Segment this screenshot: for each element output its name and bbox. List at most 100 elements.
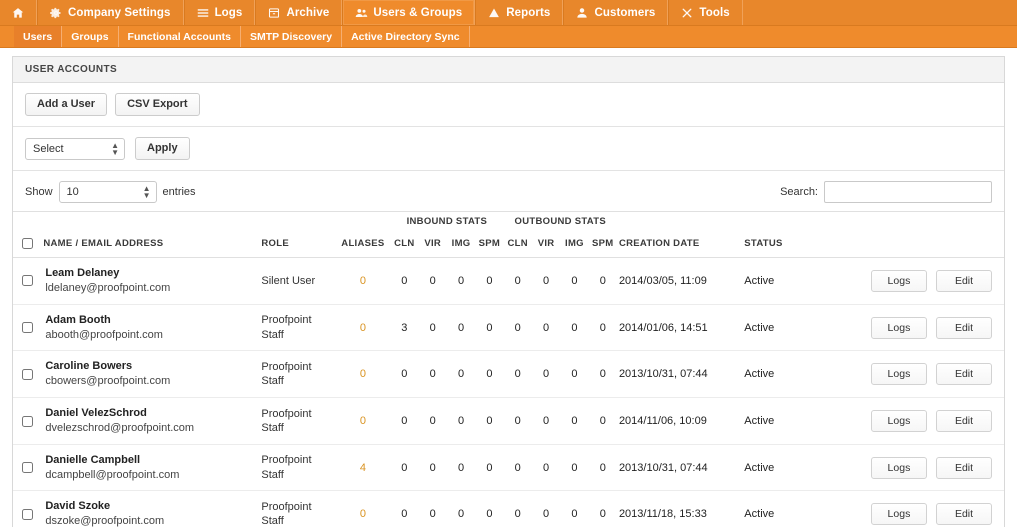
logs-button[interactable]: Logs xyxy=(870,409,927,432)
row-inbound-cln: 0 xyxy=(390,397,419,445)
row-inbound-img: 0 xyxy=(446,444,476,492)
row-outbound-vir: 0 xyxy=(531,444,561,492)
table-controls: Show 10 ▲ ▼ entries Search: xyxy=(13,171,1004,211)
row-status: Active xyxy=(742,444,841,492)
header-aliases[interactable]: ALIASES xyxy=(335,231,391,259)
edit-button[interactable]: Edit xyxy=(936,456,992,479)
header-inbound-img[interactable]: IMG xyxy=(446,231,476,259)
row-checkbox[interactable] xyxy=(21,462,33,474)
header-outbound-cln[interactable]: CLN xyxy=(503,231,532,259)
subnav-item-users[interactable]: Users xyxy=(14,26,63,47)
row-inbound-cln: 0 xyxy=(390,444,419,492)
add-user-button[interactable]: Add a User xyxy=(25,93,108,116)
user-name: Danielle Campbell xyxy=(45,453,141,466)
row-outbound-vir: 0 xyxy=(531,304,561,352)
search-group: Search: xyxy=(780,181,992,203)
row-name-cell: Leam Delaney ldelaney@proofpoint.com xyxy=(41,257,260,305)
row-outbound-spm: 0 xyxy=(588,350,617,399)
nav-archive[interactable]: Archive xyxy=(255,0,343,25)
row-inbound-spm: 0 xyxy=(475,490,504,527)
row-name-cell: Danielle Campbell dcampbell@proofpoint.c… xyxy=(41,444,260,492)
header-status[interactable]: STATUS xyxy=(742,231,841,259)
row-name-cell: Caroline Bowers cbowers@proofpoint.com xyxy=(41,350,260,399)
row-inbound-vir: 0 xyxy=(418,444,447,492)
logs-button[interactable]: Logs xyxy=(870,316,927,339)
row-actions: Logs Edit xyxy=(840,257,1004,305)
nav-label: Logs xyxy=(214,6,243,19)
row-outbound-img: 0 xyxy=(560,257,589,305)
apply-button[interactable]: Apply xyxy=(135,137,190,160)
header-name-email[interactable]: NAME / EMAIL ADDRESS xyxy=(41,231,260,259)
row-creation-date: 2014/01/06, 14:51 xyxy=(616,304,743,352)
row-outbound-vir: 0 xyxy=(531,350,561,399)
row-outbound-cln: 0 xyxy=(503,304,532,352)
row-checkbox[interactable] xyxy=(21,415,33,427)
nav-company-settings[interactable]: Company Settings xyxy=(37,0,184,25)
nav-logs[interactable]: Logs xyxy=(183,0,256,25)
nav-users-groups[interactable]: Users & Groups xyxy=(342,0,476,25)
user-email: ldelaney@proofpoint.com xyxy=(45,281,171,294)
user-name: David Szoke xyxy=(45,500,111,513)
row-actions: Logs Edit xyxy=(840,490,1004,527)
row-outbound-vir: 0 xyxy=(531,490,561,527)
nav-tools[interactable]: Tools xyxy=(668,0,743,25)
row-creation-date: 2013/10/31, 07:44 xyxy=(616,444,743,492)
row-outbound-cln: 0 xyxy=(503,444,532,492)
row-name-cell: David Szoke dszoke@proofpoint.com xyxy=(41,490,260,527)
logs-button[interactable]: Logs xyxy=(870,456,927,479)
page-size-select-wrap: 10 ▲ ▼ xyxy=(58,181,157,203)
subnav-item-groups[interactable]: Groups xyxy=(62,26,119,47)
row-status: Active xyxy=(742,397,841,445)
select-all-checkbox[interactable] xyxy=(21,238,33,249)
user-name: Adam Booth xyxy=(45,313,111,326)
logs-button[interactable]: Logs xyxy=(870,503,927,526)
header-outbound-vir[interactable]: VIR xyxy=(531,231,561,259)
row-aliases: 0 xyxy=(335,397,391,445)
edit-button[interactable]: Edit xyxy=(936,409,992,432)
row-inbound-spm: 0 xyxy=(475,257,504,305)
row-checkbox[interactable] xyxy=(21,275,33,287)
header-inbound-vir[interactable]: VIR xyxy=(418,231,447,259)
logs-button[interactable]: Logs xyxy=(870,363,927,386)
edit-button[interactable]: Edit xyxy=(936,503,992,526)
header-inbound-spm[interactable]: SPM xyxy=(475,231,504,259)
nav-customers[interactable]: Customers xyxy=(563,0,669,25)
edit-button[interactable]: Edit xyxy=(936,363,992,386)
row-aliases: 0 xyxy=(335,350,391,399)
nav-reports[interactable]: Reports xyxy=(475,0,564,25)
search-input[interactable] xyxy=(824,181,992,203)
subnav-item-smtp-discovery[interactable]: SMTP Discovery xyxy=(241,26,343,47)
row-checkbox[interactable] xyxy=(21,508,33,520)
show-label: Show xyxy=(25,186,53,198)
subnav-item-functional-accounts[interactable]: Functional Accounts xyxy=(119,26,241,47)
row-checkbox[interactable] xyxy=(21,322,33,334)
edit-button[interactable]: Edit xyxy=(936,269,992,292)
nav-home[interactable] xyxy=(0,0,37,25)
row-aliases: 0 xyxy=(335,304,391,352)
header-role[interactable]: ROLE xyxy=(259,231,336,259)
bulk-action-select[interactable]: Select xyxy=(25,137,125,160)
subnav-item-active-directory-sync[interactable]: Active Directory Sync xyxy=(342,26,470,47)
row-actions: Logs Edit xyxy=(840,304,1004,352)
row-role: Proofpoint Staff xyxy=(259,304,336,352)
header-creation-date[interactable]: CREATION DATE xyxy=(616,231,743,259)
edit-button[interactable]: Edit xyxy=(936,316,992,339)
row-outbound-spm: 0 xyxy=(588,397,617,445)
row-outbound-spm: 0 xyxy=(588,490,617,527)
nav-label: Company Settings xyxy=(68,6,171,19)
header-inbound-cln[interactable]: CLN xyxy=(390,231,419,259)
header-outbound-img[interactable]: IMG xyxy=(560,231,589,259)
row-creation-date: 2014/11/06, 10:09 xyxy=(616,397,743,445)
row-inbound-img: 0 xyxy=(446,257,476,305)
header-outbound-spm[interactable]: SPM xyxy=(588,231,617,259)
nav-label: Users & Groups xyxy=(373,6,463,19)
row-inbound-cln: 0 xyxy=(390,490,419,527)
row-outbound-spm: 0 xyxy=(588,257,617,305)
row-checkbox[interactable] xyxy=(21,368,33,380)
row-select-cell xyxy=(13,397,42,445)
page-size-select[interactable]: 10 xyxy=(58,181,157,203)
row-outbound-cln: 0 xyxy=(503,397,532,445)
csv-export-button[interactable]: CSV Export xyxy=(115,93,200,116)
group-header-row: INBOUND STATS OUTBOUND STATS xyxy=(13,212,1004,231)
logs-button[interactable]: Logs xyxy=(870,269,927,292)
